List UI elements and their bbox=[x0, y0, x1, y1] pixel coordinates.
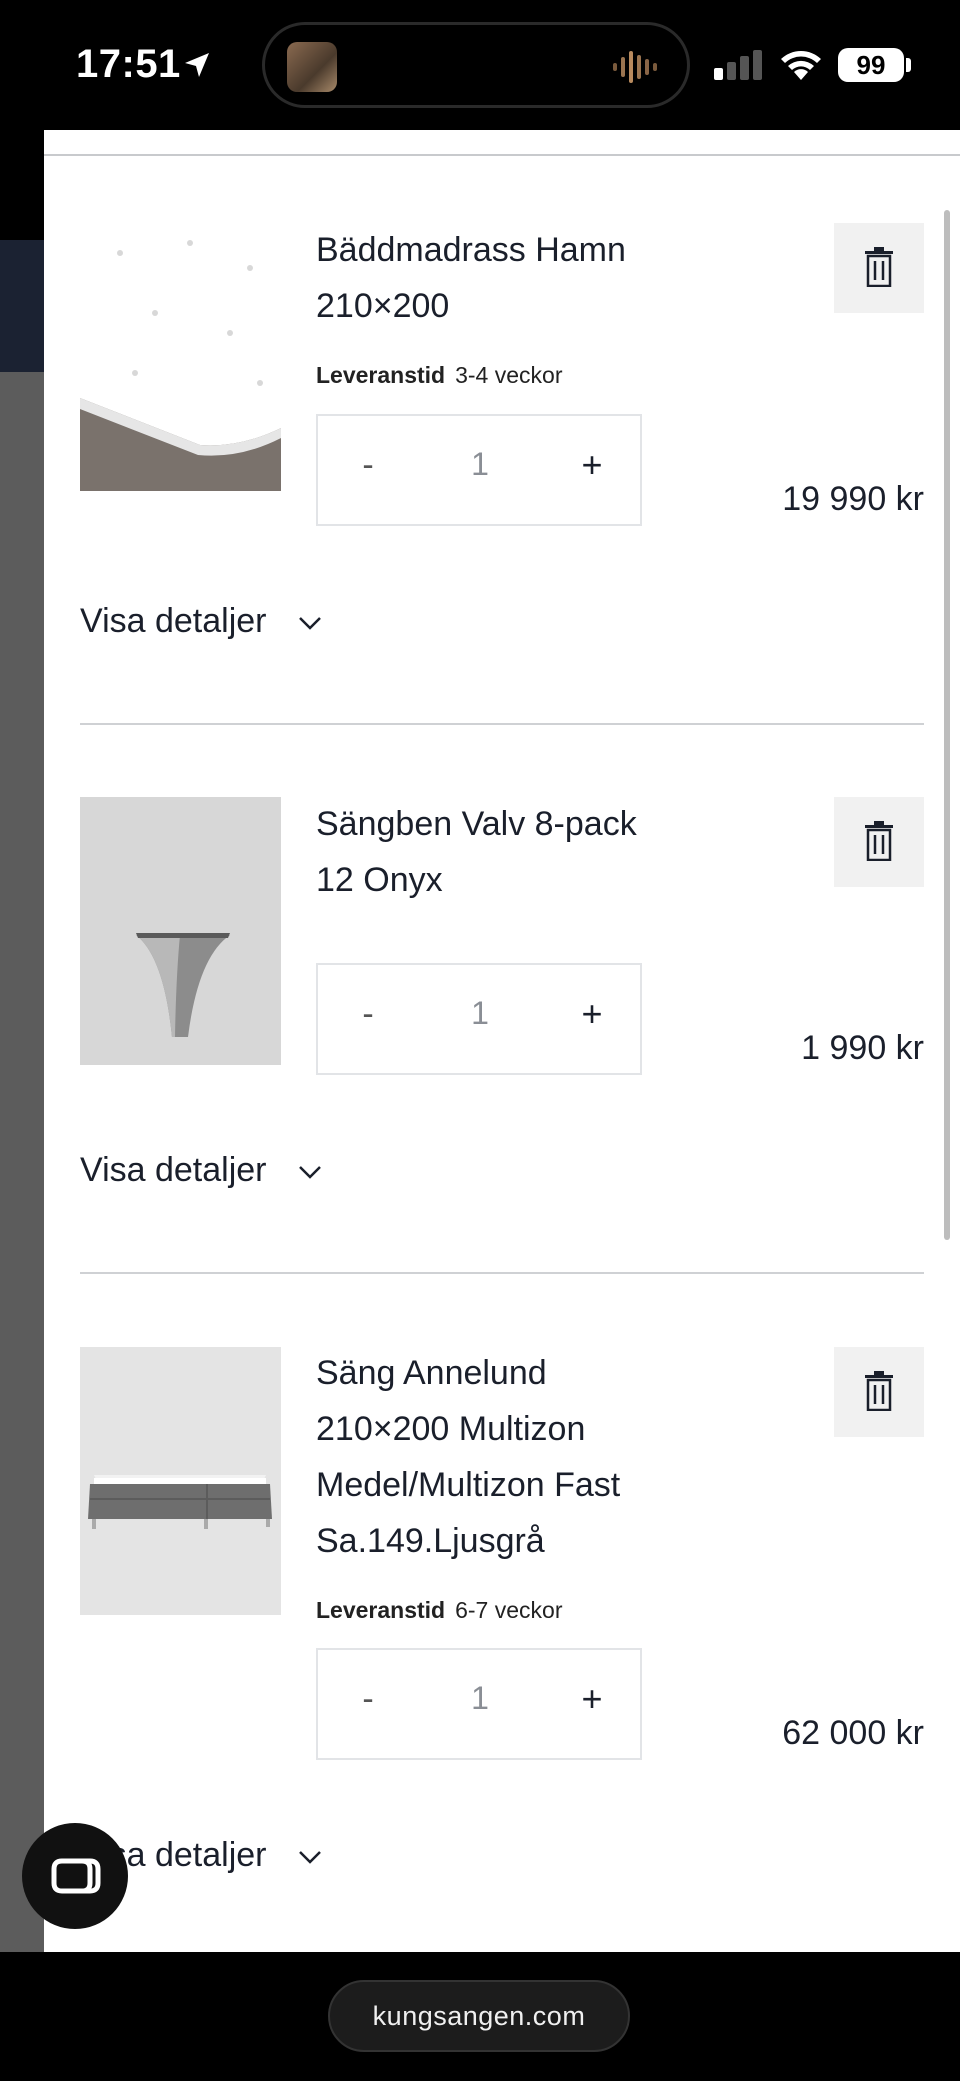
decrease-quantity-button[interactable]: - bbox=[348, 1680, 388, 1730]
trash-icon bbox=[865, 1371, 893, 1411]
item-price: 1 990 kr bbox=[801, 1029, 924, 1067]
quantity-stepper: - 1 + bbox=[316, 1648, 642, 1760]
location-arrow-icon bbox=[185, 53, 209, 77]
product-name[interactable]: Sängben Valv 8-pack 12 Onyx bbox=[316, 796, 676, 908]
quantity-value[interactable]: 1 bbox=[458, 995, 502, 1045]
remove-item-button[interactable] bbox=[834, 1347, 924, 1437]
background-header bbox=[0, 130, 44, 240]
trash-icon bbox=[865, 247, 893, 287]
trash-icon bbox=[865, 821, 893, 861]
delivery-value: 6-7 veckor bbox=[455, 1597, 563, 1623]
status-time: 17:51 bbox=[76, 42, 181, 86]
increase-quantity-button[interactable]: + bbox=[570, 993, 614, 1043]
chevron-down-icon bbox=[299, 617, 321, 630]
chevron-down-icon bbox=[299, 1166, 321, 1179]
battery-icon: 99 bbox=[838, 48, 904, 82]
quantity-value[interactable]: 1 bbox=[458, 1680, 502, 1730]
item-price: 62 000 kr bbox=[782, 1714, 924, 1752]
browser-bottom-bar: kungsangen.com bbox=[0, 1952, 960, 2081]
delivery-label: Leveranstid bbox=[316, 362, 446, 388]
item-divider bbox=[80, 1272, 924, 1274]
product-image-bed-legs[interactable] bbox=[80, 797, 281, 1065]
quantity-stepper: - 1 + bbox=[316, 414, 642, 526]
quantity-value[interactable]: 1 bbox=[458, 446, 502, 496]
chevron-down-icon bbox=[299, 1851, 321, 1864]
delivery-time: Leveranstid 3-4 veckor bbox=[316, 362, 562, 389]
item-price: 19 990 kr bbox=[782, 480, 924, 518]
product-image-bed[interactable] bbox=[80, 1347, 281, 1615]
show-details-label: Visa detaljer bbox=[80, 1151, 267, 1189]
background-banner bbox=[0, 240, 44, 372]
increase-quantity-button[interactable]: + bbox=[570, 444, 614, 494]
show-details-label: Visa detaljer bbox=[80, 602, 267, 640]
delivery-time: Leveranstid 6-7 veckor bbox=[316, 1597, 562, 1624]
product-name[interactable]: Säng Annelund 210×200 Multizon Medel/Mul… bbox=[316, 1345, 676, 1569]
dynamic-island[interactable] bbox=[262, 22, 690, 108]
now-playing-artwork bbox=[287, 42, 337, 92]
drawer-scrollbar[interactable] bbox=[944, 210, 950, 1240]
wifi-icon bbox=[781, 51, 821, 80]
chat-icon bbox=[51, 1858, 101, 1894]
remove-item-button[interactable] bbox=[834, 223, 924, 313]
chat-button[interactable] bbox=[22, 1823, 128, 1929]
remove-item-button[interactable] bbox=[834, 797, 924, 887]
soundwave-icon bbox=[613, 51, 657, 83]
background-overlay[interactable] bbox=[0, 372, 44, 1952]
cart-drawer: Bäddmadrass Hamn 210×200 Leveranstid 3-4 … bbox=[44, 130, 960, 1952]
address-bar[interactable]: kungsangen.com bbox=[328, 1980, 630, 2052]
drawer-top-divider bbox=[44, 154, 960, 156]
quantity-stepper: - 1 + bbox=[316, 963, 642, 1075]
status-bar: 17:51 99 bbox=[0, 0, 960, 130]
product-image-mattress-topper[interactable] bbox=[80, 223, 281, 491]
delivery-label: Leveranstid bbox=[316, 1597, 446, 1623]
decrease-quantity-button[interactable]: - bbox=[348, 446, 388, 496]
show-details-toggle[interactable]: Visa detaljer bbox=[80, 1151, 322, 1190]
product-name[interactable]: Bäddmadrass Hamn 210×200 bbox=[316, 222, 676, 334]
show-details-toggle[interactable]: Visa detaljer bbox=[80, 602, 322, 641]
delivery-value: 3-4 veckor bbox=[455, 362, 563, 388]
cellular-signal-icon bbox=[714, 50, 762, 80]
item-divider bbox=[80, 723, 924, 725]
increase-quantity-button[interactable]: + bbox=[570, 1678, 614, 1728]
decrease-quantity-button[interactable]: - bbox=[348, 995, 388, 1045]
battery-tip bbox=[906, 58, 911, 72]
